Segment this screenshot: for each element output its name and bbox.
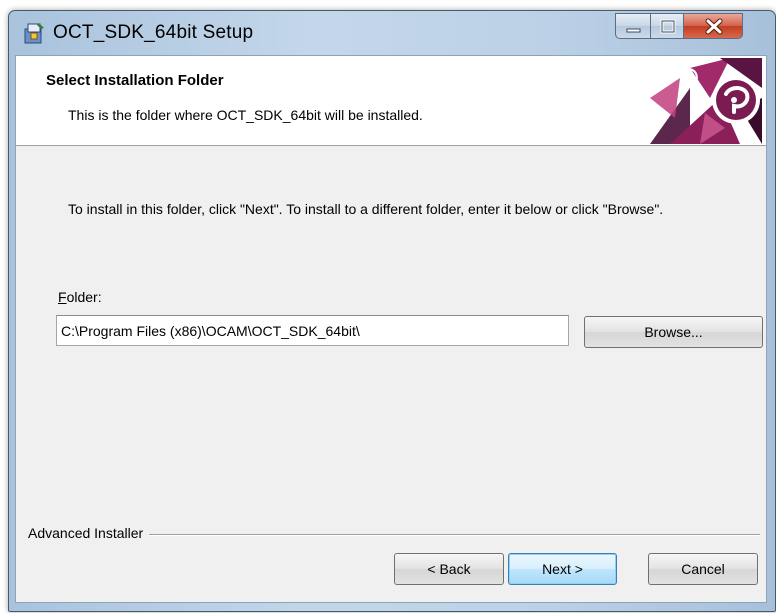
page-subtitle: This is the folder where OCT_SDK_64bit w… <box>68 107 423 123</box>
folder-label-text: older: <box>66 289 102 305</box>
folder-path-input[interactable] <box>56 315 569 346</box>
folder-label: Folder: <box>58 289 102 305</box>
folder-label-hotkey: F <box>58 289 67 305</box>
back-button[interactable]: < Back <box>394 553 504 585</box>
cancel-button[interactable]: Cancel <box>648 553 758 585</box>
next-button[interactable]: Next > <box>508 553 617 585</box>
close-button[interactable] <box>683 13 743 39</box>
installer-package-icon <box>24 23 44 44</box>
window-title: OCT_SDK_64bit Setup <box>53 22 254 43</box>
dialog-client-area: Select Installation Folder This is the f… <box>15 55 767 603</box>
minimize-icon <box>626 28 641 33</box>
minimize-button[interactable] <box>615 13 651 39</box>
advanced-installer-logo <box>650 58 762 144</box>
browse-button[interactable]: Browse... <box>584 316 763 348</box>
setup-window: OCT_SDK_64bit Setup Select Installation … <box>8 10 776 612</box>
header-banner: Select Installation Folder This is the f… <box>16 56 766 146</box>
page-title: Select Installation Folder <box>46 72 224 89</box>
installer-brand-label: Advanced Installer <box>28 525 150 541</box>
maximize-button[interactable] <box>650 13 684 39</box>
close-icon <box>705 18 723 35</box>
maximize-icon <box>660 19 676 34</box>
instruction-text: To install in this folder, click "Next".… <box>68 201 664 217</box>
title-bar[interactable]: OCT_SDK_64bit Setup <box>9 11 775 55</box>
